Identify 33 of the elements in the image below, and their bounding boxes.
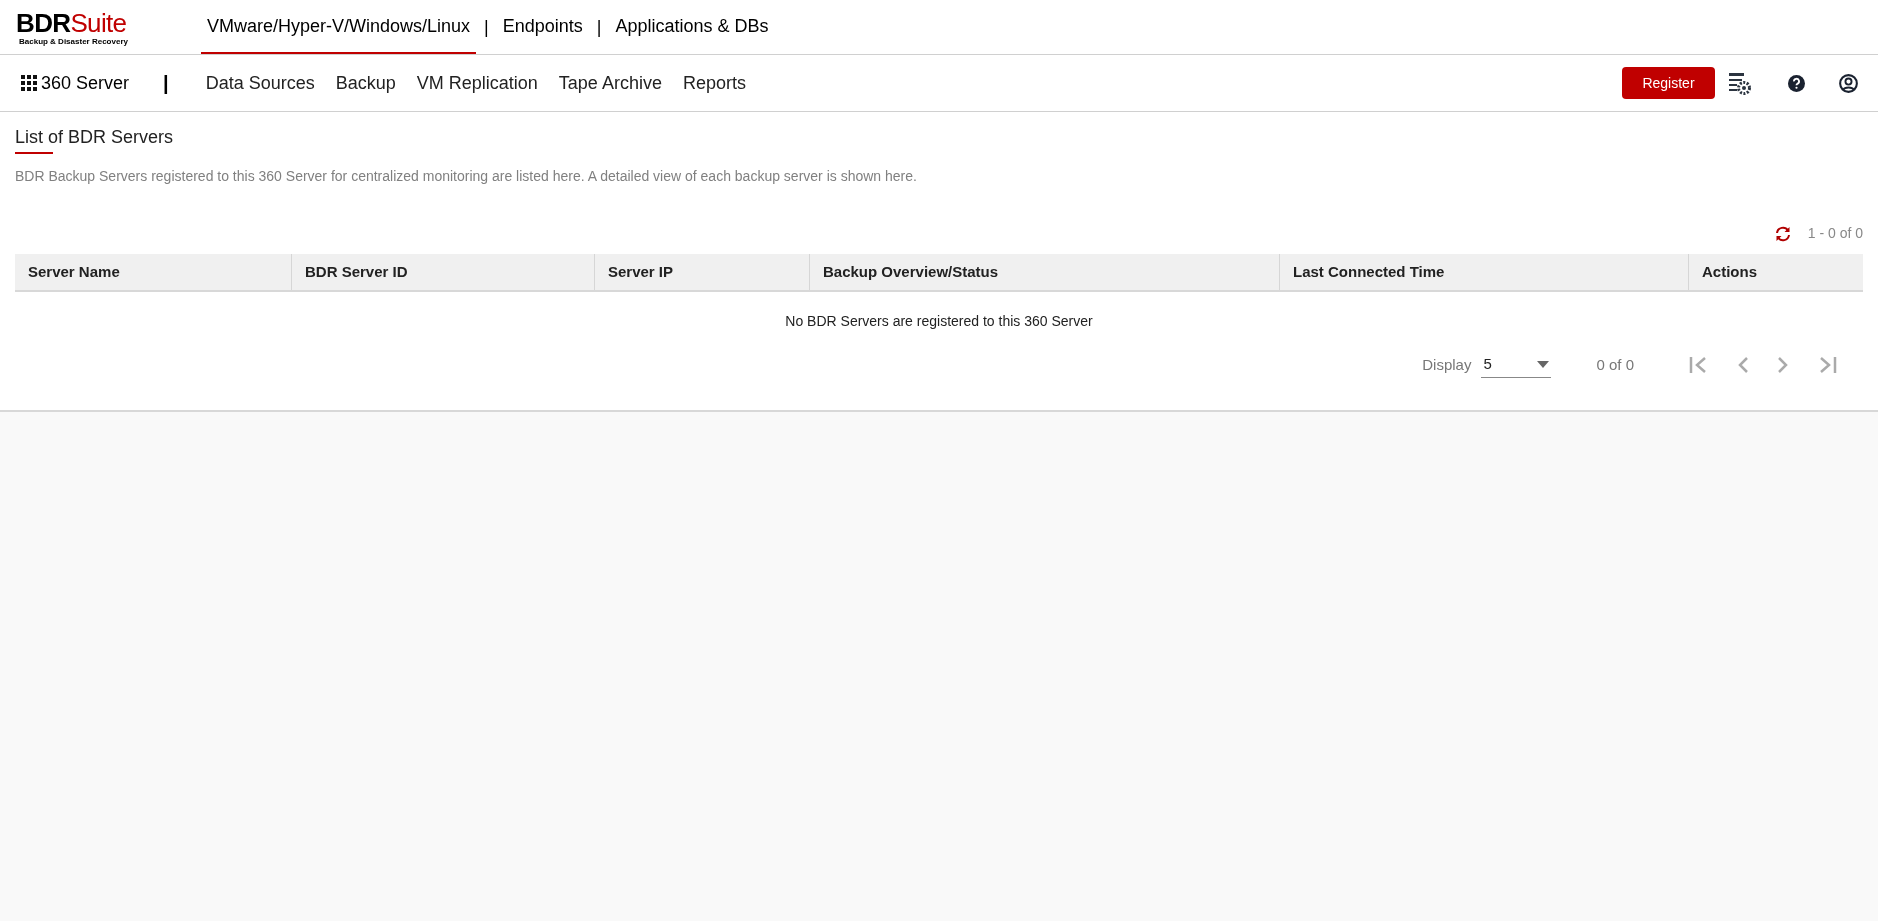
- nav-link[interactable]: Tape Archive: [558, 69, 662, 97]
- nav-link[interactable]: Reports: [682, 69, 746, 97]
- column-header: Actions: [1688, 254, 1863, 290]
- grid-icon: [21, 75, 37, 91]
- column-header: Server IP: [594, 254, 809, 290]
- user-avatar-icon[interactable]: [1839, 73, 1858, 93]
- display-label: Display: [1422, 354, 1472, 375]
- nav-link[interactable]: Data Sources: [205, 69, 315, 97]
- dropdown-caret-icon: [1537, 361, 1550, 368]
- refresh-icon[interactable]: [1773, 225, 1792, 242]
- column-header: Last Connected Time: [1279, 254, 1688, 290]
- help-icon[interactable]: [1788, 74, 1805, 92]
- product-tab[interactable]: Applications & DBs: [609, 0, 775, 54]
- page-description: BDR Backup Servers registered to this 360 Server for centralized monitoring are listed here. A detailed view of each backup server is shown here.: [15, 167, 918, 186]
- brand-logo: BDRSuite Backup & Disaster Recovery: [16, 10, 129, 48]
- nav-link[interactable]: Backup: [335, 69, 396, 97]
- record-range: 1 - 0 of 0: [1807, 224, 1863, 243]
- page-size-select[interactable]: 5: [1481, 352, 1552, 378]
- nav-link[interactable]: VM Replication: [416, 69, 538, 97]
- page-title: List of BDR Servers: [15, 126, 174, 149]
- product-tab[interactable]: Endpoints: [496, 0, 589, 54]
- register-button[interactable]: Register: [1622, 67, 1715, 99]
- server-settings-icon[interactable]: [1727, 71, 1751, 95]
- column-header: Server Name: [27, 261, 121, 282]
- home-menu[interactable]: 360 Server: [21, 69, 130, 97]
- page-count: 0 of 0: [1596, 354, 1634, 375]
- tab-separator: |: [595, 15, 603, 39]
- column-header: Backup Overview/Status: [809, 254, 1279, 290]
- column-header: BDR Server ID: [291, 254, 594, 290]
- empty-table-message: No BDR Servers are registered to this 360 Server: [785, 311, 1093, 331]
- tab-separator: |: [483, 15, 490, 39]
- nav-separator: |: [163, 71, 169, 96]
- product-tab[interactable]: VMware/Hyper-V/Windows/Linux: [201, 0, 477, 54]
